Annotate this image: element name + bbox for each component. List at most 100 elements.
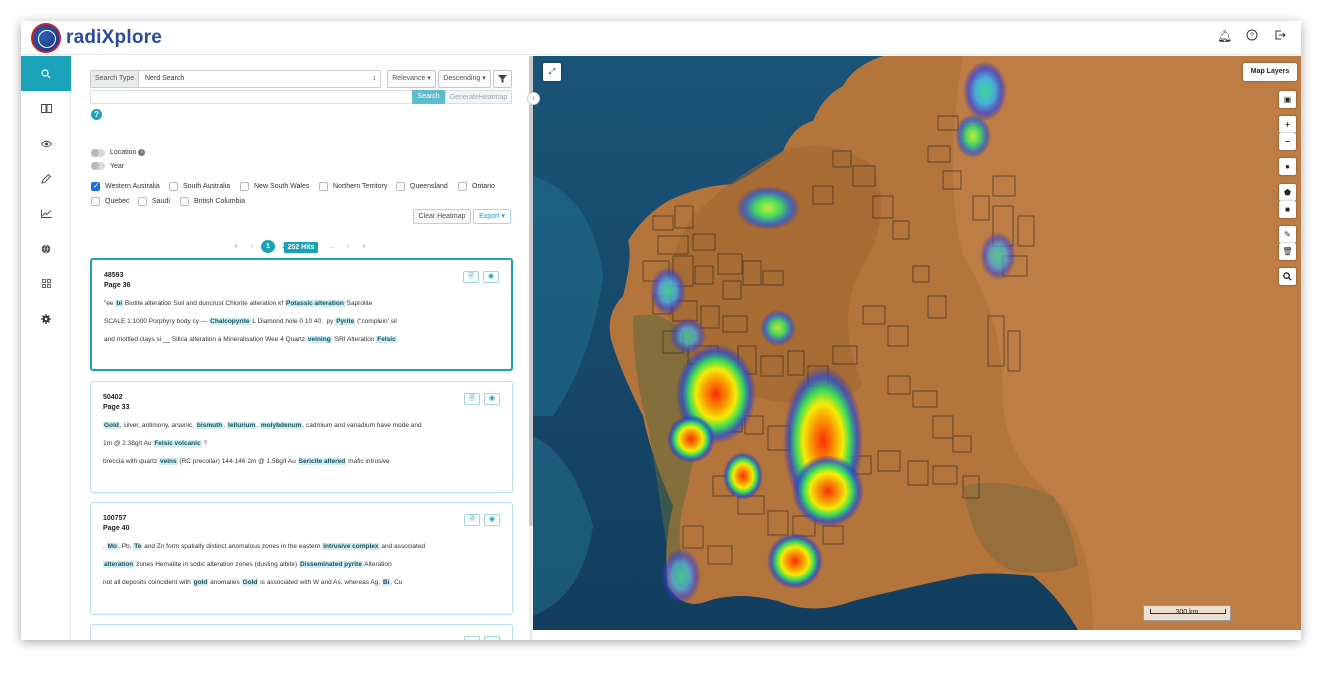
region-checkbox[interactable]	[180, 197, 189, 206]
result-page: Page 33	[103, 404, 130, 411]
export-dropdown[interactable]: Export ▾	[473, 209, 511, 224]
region-checkbox[interactable]	[169, 182, 178, 191]
rail-chart-icon[interactable]	[21, 196, 71, 231]
rail-grid-icon[interactable]	[21, 266, 71, 301]
logo-text: radiXplore	[66, 27, 162, 48]
square-icon[interactable]: ▣	[1279, 91, 1296, 108]
highlight-term: tellurium	[226, 422, 257, 429]
filter-button[interactable]	[493, 70, 512, 88]
zoom-in-button[interactable]: +	[1279, 116, 1296, 133]
search-type-value: Nerd Search	[145, 75, 185, 82]
rectangle-icon[interactable]: ■	[1279, 201, 1296, 218]
rail-book-icon[interactable]	[21, 91, 71, 126]
snippet-text: (RC precollar) 144-146 2m @ 1.58g/t Au	[177, 458, 298, 465]
region-checkbox[interactable]	[138, 197, 147, 206]
eye-icon[interactable]: ◉	[484, 514, 500, 526]
rail-pencil-icon[interactable]	[21, 161, 71, 196]
year-label: Year	[110, 163, 125, 170]
document-icon[interactable]: 🗎︎	[464, 393, 480, 405]
expand-icon[interactable]: ⤢	[543, 63, 561, 81]
eye-icon[interactable]	[484, 636, 500, 640]
marker-icon[interactable]: ●	[1279, 158, 1296, 175]
query-input[interactable]	[90, 90, 413, 104]
polygon-icon[interactable]: ⬟	[1279, 184, 1296, 201]
document-icon[interactable]: 🗎︎	[464, 514, 480, 526]
snippet-text: and associated	[379, 543, 426, 550]
page-item[interactable]: ‹	[245, 240, 259, 253]
rail-search-icon[interactable]	[21, 56, 71, 91]
snippet-text: Alteration	[362, 561, 392, 568]
result-card[interactable]: 48593 Page 36 "ee bi Biotite alteration So…	[90, 258, 513, 371]
page-item[interactable]: »	[357, 240, 371, 253]
highlight-term: Sericite altered	[297, 458, 347, 465]
region-label: Queensland	[410, 183, 448, 190]
highlight-term: bismuth	[195, 422, 224, 429]
result-snippet-line: 1m @ 2.38g/t Au Felsic volcanic ?	[103, 440, 500, 447]
highlight-term: Felsic volcanic	[153, 440, 202, 447]
rail-globe-icon[interactable]	[21, 231, 71, 266]
logout-icon[interactable]	[1273, 29, 1287, 43]
hits-badge: 252 Hits	[284, 242, 318, 253]
map-canvas	[533, 56, 1301, 630]
result-card[interactable]	[90, 624, 513, 640]
collapse-panel-button[interactable]: ‹	[527, 92, 540, 105]
highlight-term: Mo	[106, 543, 119, 550]
region-checkbox[interactable]	[91, 181, 100, 191]
map-search-icon[interactable]	[1279, 268, 1296, 285]
highlight-term: veins	[159, 458, 178, 465]
region-checkbox[interactable]	[396, 182, 405, 191]
snippet-text: is associated with W and As, whereas Ag,	[258, 579, 382, 586]
highlight-term: Gold	[103, 422, 120, 429]
clear-heatmap-button[interactable]: Clear Heatmap	[413, 209, 471, 224]
result-id: 48593	[104, 272, 124, 279]
eye-icon[interactable]: ◉	[484, 393, 500, 405]
trash-icon[interactable]: 🗑︎	[1279, 243, 1296, 260]
document-icon[interactable]	[464, 636, 480, 640]
bell-icon[interactable]: 🔔︎	[1217, 29, 1232, 43]
location-toggle[interactable]	[91, 149, 105, 157]
snippet-text: , Cu	[390, 579, 403, 586]
region-checkbox[interactable]	[240, 182, 249, 191]
rail-gear-icon[interactable]	[21, 301, 71, 336]
generate-heatmap-button[interactable]: GenerateHeatmap	[445, 90, 512, 104]
search-type-label: Search Type	[91, 71, 140, 87]
region-checkbox[interactable]	[91, 197, 100, 206]
result-card[interactable]: 50402 Page 33 Gold, silver, antimony, arse…	[90, 381, 513, 493]
map-view[interactable]: ⤢ Map Layers ▣ + − ● ⬟ ■ ✎ 🗑︎ 300 km	[533, 56, 1301, 630]
page-item[interactable]: ›	[341, 240, 355, 253]
snippet-text: and mottled clays si __ Silica alteratio…	[104, 336, 307, 343]
result-snippet-line: and mottled clays si __ Silica alteratio…	[104, 336, 499, 343]
region-checkbox[interactable]	[319, 182, 328, 191]
result-snippet-line: breccia with quartz veins (RC precollar)…	[103, 458, 500, 465]
result-card[interactable]: 100757 Page 40 , Mo, Pb, Te and Zn form sp…	[90, 502, 513, 615]
region-checkbox[interactable]	[458, 182, 467, 191]
rail-eye-icon[interactable]	[21, 126, 71, 161]
zoom-out-button[interactable]: −	[1279, 133, 1296, 150]
year-toggle[interactable]	[91, 162, 105, 170]
map-layers-button[interactable]: Map Layers	[1243, 63, 1297, 81]
snippet-text: "ee	[104, 300, 116, 307]
result-snippet-line: alteration zones Hematite in sodic alter…	[103, 561, 500, 568]
snippet-text: ("complein' sil	[355, 318, 397, 325]
snippet-text: SCALE 1:1000 Porphyry body cy —	[104, 318, 210, 325]
page-item[interactable]: ...	[325, 240, 339, 253]
highlight-term: Chalcopyrite	[209, 318, 251, 325]
page-item[interactable]: 1	[261, 240, 275, 253]
relevance-dropdown[interactable]: Relevance ▾	[387, 70, 436, 88]
region-label: Western Australia	[105, 183, 160, 190]
highlight-term: gold	[192, 579, 209, 586]
highlight-term: Disseminated pyrite	[299, 561, 363, 568]
page-item[interactable]: «	[229, 240, 243, 253]
snippet-text: L Diamond hole 0 10 40 . py	[250, 318, 336, 325]
document-icon[interactable]: 🗎︎	[463, 271, 479, 283]
order-dropdown[interactable]: Descending ▾	[438, 70, 491, 88]
help-icon[interactable]: ?	[91, 109, 102, 120]
snippet-text: not all deposits coincident with	[103, 579, 193, 586]
help-circle-icon[interactable]: ?	[1245, 29, 1259, 43]
edit-icon[interactable]: ✎	[1279, 226, 1296, 243]
search-button[interactable]: Search	[412, 90, 445, 104]
eye-icon[interactable]: ◉	[483, 271, 499, 283]
search-type-select[interactable]: Search Type Nerd Search ↕	[90, 70, 381, 88]
snippet-text: Biotite alteration Soil and duncrust Chl…	[123, 300, 285, 307]
select-caret-icon: ↕	[372, 75, 377, 82]
